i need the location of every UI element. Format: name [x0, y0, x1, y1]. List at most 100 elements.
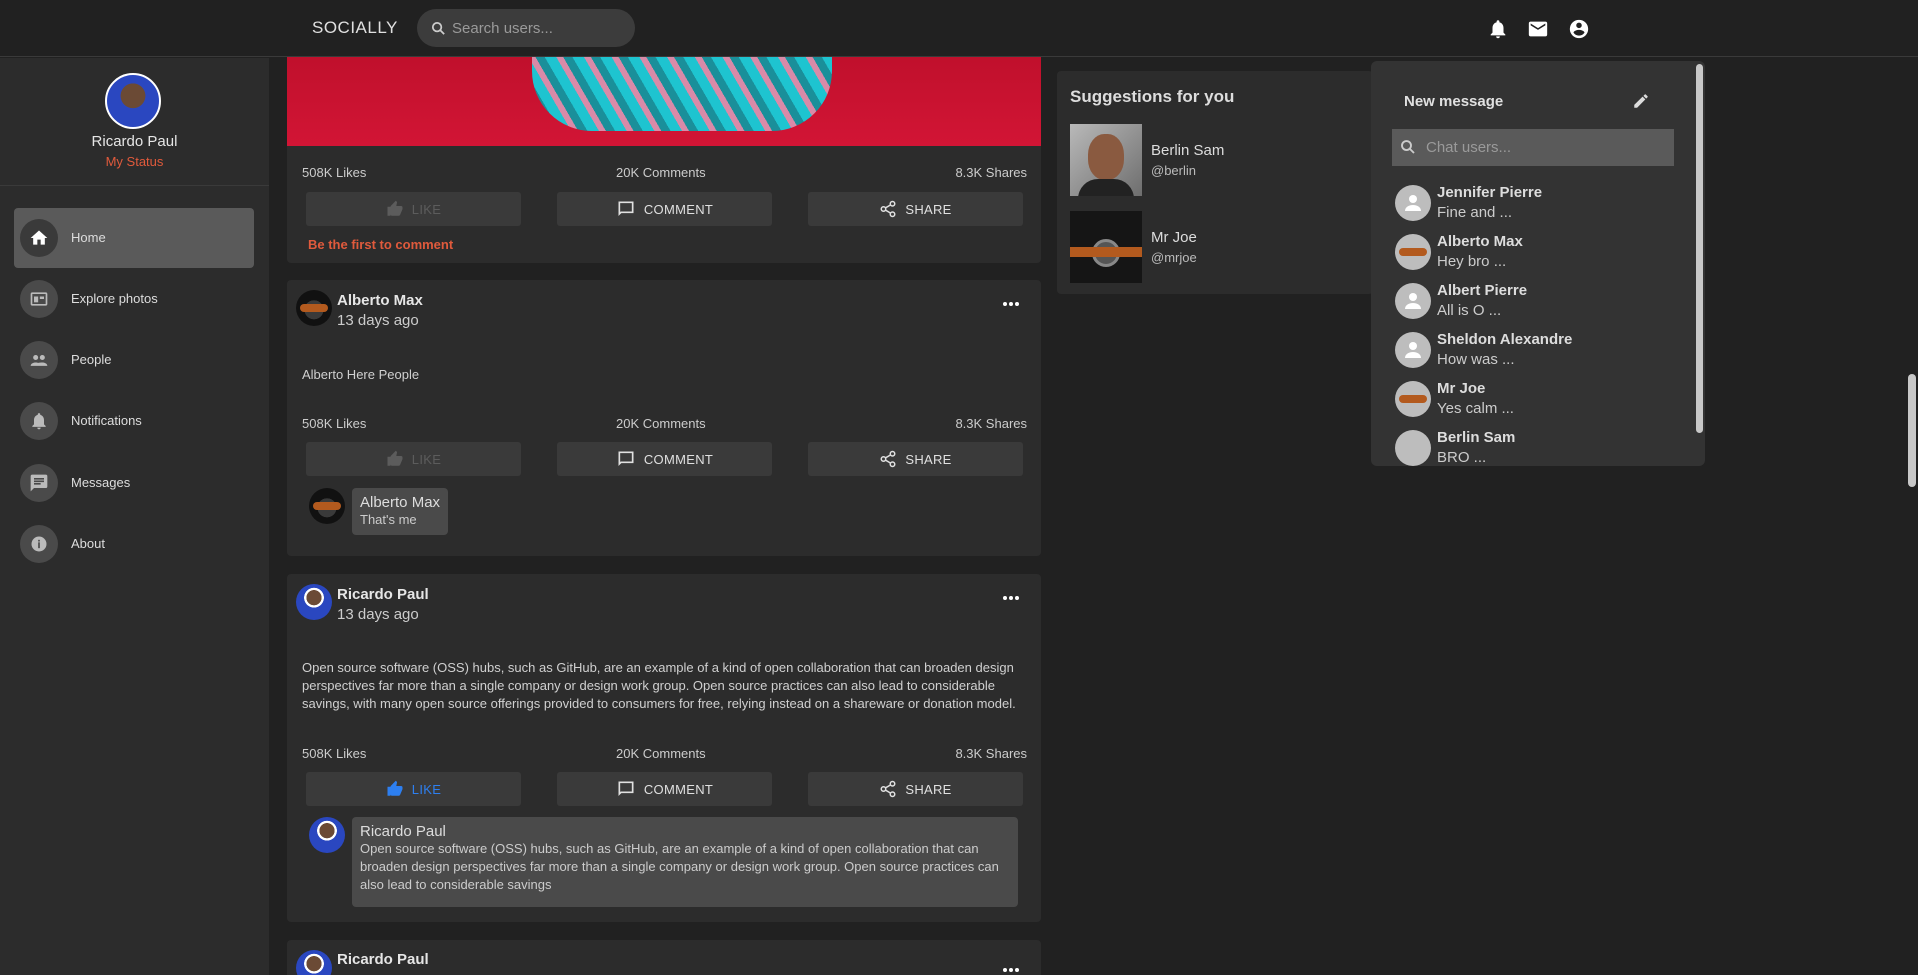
- profile-name[interactable]: Ricardo Paul: [0, 133, 269, 150]
- author-avatar[interactable]: [296, 290, 332, 326]
- share-icon: [880, 450, 896, 468]
- author-avatar[interactable]: [296, 950, 332, 975]
- share-icon: [880, 200, 896, 218]
- like-button[interactable]: LIKE: [306, 772, 521, 806]
- pencil-icon[interactable]: [1632, 92, 1650, 110]
- comments-count[interactable]: 20K Comments: [616, 165, 706, 180]
- sidebar-item-notifications[interactable]: Notifications: [14, 391, 254, 451]
- profile-avatar[interactable]: [105, 73, 161, 129]
- like-label: LIKE: [411, 201, 442, 217]
- sidebar-item-label: About: [71, 536, 105, 551]
- chat-item[interactable]: Jennifer Pierre Fine and ...: [1395, 181, 1675, 225]
- like-button[interactable]: LIKE: [306, 192, 521, 226]
- more-horizontal-icon[interactable]: [1001, 300, 1021, 308]
- comment-icon: [618, 201, 634, 217]
- author-avatar[interactable]: [296, 584, 332, 620]
- post-author[interactable]: Alberto Max: [337, 292, 423, 309]
- post-time: 13 days ago: [337, 606, 419, 623]
- comment-button[interactable]: COMMENT: [557, 192, 772, 226]
- likes-count[interactable]: 508K Likes: [302, 165, 366, 180]
- comment-bubble: Alberto Max That's me: [352, 488, 449, 535]
- suggestion-name[interactable]: Berlin Sam: [1151, 142, 1224, 159]
- page-scrollbar[interactable]: [1908, 374, 1916, 487]
- like-button[interactable]: LIKE: [306, 442, 521, 476]
- chat-snippet: Hey bro ...: [1437, 253, 1507, 270]
- comments-count[interactable]: 20K Comments: [616, 416, 706, 431]
- comment-bubble: Ricardo Paul Open source software (OSS) …: [352, 817, 1018, 907]
- comment-avatar[interactable]: [309, 817, 345, 853]
- post-card: Ricardo Paul: [287, 940, 1041, 975]
- account-circle-icon[interactable]: [1568, 18, 1590, 40]
- info-icon: [20, 525, 58, 563]
- likes-count[interactable]: 508K Likes: [302, 746, 366, 761]
- person-icon: [1395, 283, 1431, 319]
- chat-item[interactable]: Mr Joe Yes calm ...: [1395, 377, 1675, 421]
- suggestion-avatar[interactable]: [1070, 124, 1142, 196]
- comment-author[interactable]: Ricardo Paul: [360, 823, 1010, 840]
- chat-name: Albert Pierre: [1437, 282, 1528, 299]
- post-image-subject: [532, 57, 832, 131]
- shares-count[interactable]: 8.3K Shares: [955, 416, 1027, 431]
- mail-icon[interactable]: [1527, 18, 1549, 40]
- chat-search-input[interactable]: Chat users...: [1426, 139, 1511, 156]
- user-search[interactable]: Search users...: [417, 9, 635, 47]
- post-text: Open source software (OSS) hubs, such as…: [302, 660, 1016, 711]
- sidebar-item-messages[interactable]: Messages: [14, 453, 254, 513]
- shares-count[interactable]: 8.3K Shares: [955, 746, 1027, 761]
- chat-avatar: [1395, 234, 1431, 270]
- comment-icon: [618, 781, 634, 797]
- comment-button[interactable]: COMMENT: [557, 772, 772, 806]
- shares-count[interactable]: 8.3K Shares: [955, 165, 1027, 180]
- share-label: SHARE: [905, 451, 952, 467]
- messages-scrollbar[interactable]: [1696, 64, 1703, 433]
- post-time: 13 days ago: [337, 312, 419, 329]
- sidebar-item-explore-photos[interactable]: Explore photos: [14, 269, 254, 329]
- comment-label: COMMENT: [643, 451, 714, 467]
- sidebar-item-label: Home: [71, 230, 106, 245]
- chat-avatar: [1395, 430, 1431, 466]
- share-button[interactable]: SHARE: [808, 192, 1023, 226]
- suggestion-avatar-face: [1088, 134, 1124, 180]
- chat-item[interactable]: Sheldon Alexandre How was ...: [1395, 328, 1675, 372]
- share-button[interactable]: SHARE: [808, 442, 1023, 476]
- suggestion-handle: @mrjoe: [1151, 250, 1197, 265]
- comment-avatar[interactable]: [309, 488, 345, 524]
- chat-item[interactable]: Berlin Sam BRO ...: [1395, 426, 1675, 466]
- sidebar-item-people[interactable]: People: [14, 330, 254, 390]
- chat-snippet: Fine and ...: [1437, 204, 1513, 221]
- comments-count[interactable]: 20K Comments: [616, 746, 706, 761]
- brand-logo[interactable]: SOCIALLY: [312, 18, 398, 38]
- chat-snippet: All is O ...: [1437, 302, 1502, 319]
- post-card: Ricardo Paul 13 days ago Open source sof…: [287, 574, 1041, 922]
- sidebar-item-about[interactable]: About: [14, 514, 254, 574]
- comment-author[interactable]: Alberto Max: [360, 494, 440, 511]
- thumb-up-icon: [387, 780, 403, 796]
- chat-item[interactable]: Alberto Max Hey bro ...: [1395, 230, 1675, 274]
- more-horizontal-icon[interactable]: [1001, 966, 1021, 974]
- chat-snippet: How was ...: [1437, 351, 1515, 368]
- search-input[interactable]: Search users...: [452, 20, 553, 37]
- post-author[interactable]: Ricardo Paul: [337, 951, 429, 968]
- sidebar-item-label: Messages: [71, 475, 131, 490]
- bell-icon[interactable]: [1487, 18, 1509, 40]
- suggestion-avatar[interactable]: [1070, 211, 1142, 283]
- more-horizontal-icon[interactable]: [1001, 594, 1021, 602]
- comment-button[interactable]: COMMENT: [557, 442, 772, 476]
- share-button[interactable]: SHARE: [808, 772, 1023, 806]
- suggestion-avatar-strap: [1070, 247, 1142, 257]
- sidebar-item-home[interactable]: Home: [14, 208, 254, 268]
- suggestion-name[interactable]: Mr Joe: [1151, 229, 1197, 246]
- chat-search[interactable]: Chat users...: [1392, 129, 1674, 166]
- likes-count[interactable]: 508K Likes: [302, 416, 366, 431]
- chat-snippet: Yes calm ...: [1437, 400, 1514, 417]
- post-stats: 508K Likes 20K Comments 8.3K Shares: [287, 416, 1041, 434]
- post-stats: 508K Likes 20K Comments 8.3K Shares: [287, 165, 1041, 183]
- chat-item[interactable]: Albert Pierre All is O ...: [1395, 279, 1675, 323]
- chat-snippet: BRO ...: [1437, 449, 1487, 466]
- suggestion-handle: @berlin: [1151, 163, 1196, 178]
- post-image[interactable]: [287, 57, 1041, 146]
- sidebar-item-label: People: [71, 352, 112, 367]
- profile-status[interactable]: My Status: [0, 154, 269, 169]
- post-card: Alberto Max 13 days ago Alberto Here Peo…: [287, 280, 1041, 556]
- post-author[interactable]: Ricardo Paul: [337, 586, 429, 603]
